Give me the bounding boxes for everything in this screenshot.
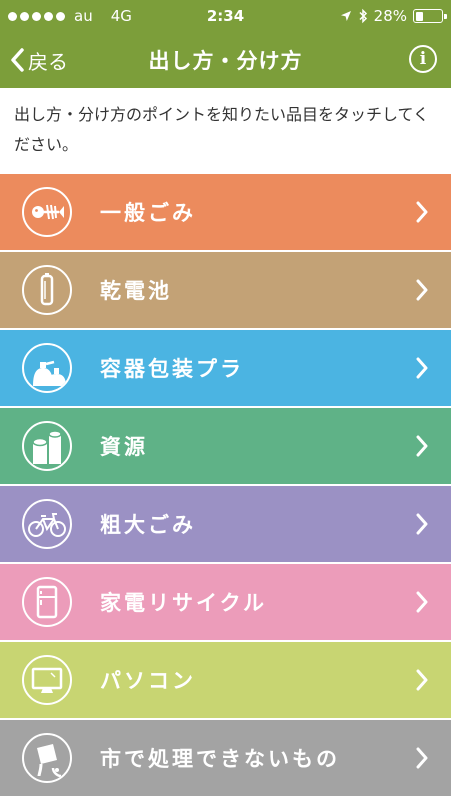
network-type: 4G [110, 7, 132, 25]
back-button-label: 戻る [28, 49, 68, 74]
computer-monitor-icon [22, 655, 72, 705]
chevron-right-icon [416, 357, 428, 379]
info-button[interactable]: i [409, 45, 437, 73]
category-label: 容器包装プラ [100, 357, 244, 381]
chevron-right-icon [416, 513, 428, 535]
chevron-right-icon [416, 201, 428, 223]
battery-cell-icon [22, 265, 72, 315]
chevron-right-icon [416, 669, 428, 691]
chevron-right-icon [416, 591, 428, 613]
location-arrow-icon [340, 11, 351, 21]
category-row-appliance-recycling[interactable]: 家電リサイクル [0, 564, 451, 640]
signal-strength-icon [8, 11, 65, 21]
paint-can-icon [22, 733, 72, 783]
chevron-right-icon [416, 279, 428, 301]
category-row-general-waste[interactable]: 一般ごみ [0, 174, 451, 250]
instruction-text: 出し方・分け方のポイントを知りたい品目をタッチしてください。 [0, 88, 451, 174]
category-label: 市で処理できないもの [100, 747, 340, 771]
paper-rolls-icon [22, 421, 72, 471]
battery-percentage: 28% [373, 7, 407, 25]
bluetooth-icon [359, 8, 367, 24]
category-label: 家電リサイクル [100, 591, 267, 615]
status-bar: au 4G 2:34 28% [0, 0, 451, 32]
fish-bone-icon [22, 187, 72, 237]
category-row-resources[interactable]: 資源 [0, 408, 451, 484]
carrier-name: au [74, 7, 93, 25]
category-label: 粗大ごみ [100, 513, 196, 537]
chevron-left-icon [11, 48, 24, 72]
chevron-right-icon [416, 747, 428, 769]
category-row-dry-batteries[interactable]: 乾電池 [0, 252, 451, 328]
category-row-oversized-waste[interactable]: 粗大ごみ [0, 486, 451, 562]
chevron-right-icon [416, 435, 428, 457]
category-label: 乾電池 [100, 279, 172, 303]
category-row-plastic-packaging[interactable]: 容器包装プラ [0, 330, 451, 406]
bicycle-icon [22, 499, 72, 549]
category-label: 一般ごみ [100, 201, 196, 225]
battery-fill [415, 11, 423, 21]
back-button[interactable]: 戻る [10, 38, 68, 82]
category-row-not-accepted-by-city[interactable]: 市で処理できないもの [0, 720, 451, 796]
refrigerator-icon [22, 577, 72, 627]
navigation-bar: 戻る 出し方・分け方 i [0, 32, 451, 88]
category-list: 一般ごみ 乾電池 容器包装プラ 資源 粗大ごみ 家電リサイクル パソコン 市で処… [0, 174, 451, 798]
plastic-bottles-icon [22, 343, 72, 393]
battery-icon [413, 9, 447, 23]
category-row-personal-computers[interactable]: パソコン [0, 642, 451, 718]
category-label: パソコン [100, 669, 196, 693]
category-label: 資源 [100, 435, 148, 459]
